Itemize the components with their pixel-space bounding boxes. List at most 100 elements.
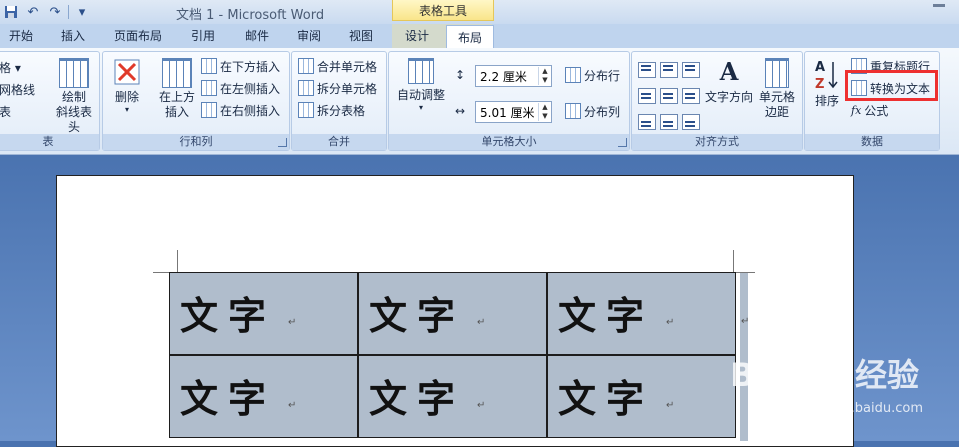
paragraph-mark: ↵ bbox=[477, 400, 486, 411]
quick-access-toolbar: ↶ ↷ ▾ bbox=[2, 2, 91, 22]
spinner-arrows-icon[interactable]: ▲ ▼ bbox=[538, 103, 551, 121]
align-middle-center-icon[interactable] bbox=[660, 88, 678, 104]
insert-above-icon bbox=[162, 58, 192, 88]
paragraph-mark: ↵ bbox=[288, 317, 297, 328]
chevron-down-icon: ▾ bbox=[418, 103, 423, 112]
row-height-icon: ↕ bbox=[455, 68, 466, 82]
column-width-input[interactable]: 5.01 厘米 ▲ ▼ bbox=[475, 101, 552, 123]
insert-above-label: 在上方 插入 bbox=[158, 90, 195, 119]
insert-above-button[interactable]: 在上方 插入 bbox=[155, 58, 199, 120]
svg-text:Z: Z bbox=[815, 77, 824, 90]
delete-table-icon bbox=[113, 58, 141, 86]
delete-button[interactable]: 删除 ▾ bbox=[109, 58, 145, 114]
table-cell[interactable]: 文字 ↵ bbox=[169, 355, 358, 438]
document-page: 文字 ↵ 文字 ↵ 文字 ↵ 文字 ↵ 文字 ↵ 文字 ↵ ↵ bbox=[56, 175, 854, 447]
group-cell-size: 自动调整 ▾ ↕ 2.2 厘米 ▲ ▼ ↔ 5.01 厘米 ▲ ▼ 分布行 分布列 … bbox=[388, 51, 630, 151]
insert-left-label: 在左侧插入 bbox=[220, 81, 281, 96]
distribute-cols-button[interactable]: 分布列 bbox=[565, 102, 620, 120]
tab-references[interactable]: 引用 bbox=[182, 24, 224, 48]
cell-text: 文字 bbox=[558, 293, 655, 338]
group-label-alignment: 对齐方式 bbox=[632, 134, 802, 150]
table-partial-label: 表 bbox=[0, 104, 12, 119]
insert-left-button[interactable]: 在左侧插入 bbox=[201, 79, 280, 97]
tab-view[interactable]: 视图 bbox=[340, 24, 382, 48]
split-table-icon bbox=[298, 102, 314, 118]
align-bottom-right-icon[interactable] bbox=[682, 114, 700, 130]
align-bottom-left-icon[interactable] bbox=[638, 114, 656, 130]
convert-to-text-highlight bbox=[845, 70, 938, 101]
insert-left-icon bbox=[201, 80, 217, 96]
customize-icon[interactable]: ▾ bbox=[73, 3, 91, 21]
view-gridlines-button[interactable]: 网格线 bbox=[0, 80, 35, 98]
minimize-icon[interactable] bbox=[933, 4, 945, 7]
sort-az-icon: AZ bbox=[813, 58, 841, 92]
paragraph-mark: ↵ bbox=[288, 400, 297, 411]
text-direction-label: 文字方向 bbox=[704, 90, 753, 104]
split-table-button[interactable]: 拆分表格 bbox=[298, 101, 365, 119]
merge-cells-label: 合并单元格 bbox=[317, 59, 378, 74]
tab-review[interactable]: 审阅 bbox=[288, 24, 330, 48]
delete-label: 删除 bbox=[114, 90, 139, 104]
align-top-center-icon[interactable] bbox=[660, 62, 678, 78]
properties-partial[interactable]: 格 ▾ bbox=[0, 58, 21, 76]
insert-right-icon bbox=[201, 102, 217, 118]
table-cell[interactable]: 文字 ↵ bbox=[169, 272, 358, 355]
split-cells-button[interactable]: 拆分单元格 bbox=[298, 79, 377, 97]
align-middle-left-icon[interactable] bbox=[638, 88, 656, 104]
group-data: AZ 排序 重复标题行 转换为文本 fx 公式 数据 bbox=[804, 51, 940, 151]
document-table[interactable]: 文字 ↵ 文字 ↵ 文字 ↵ 文字 ↵ 文字 ↵ 文字 ↵ bbox=[169, 272, 739, 441]
merge-cells-button[interactable]: 合并单元格 bbox=[298, 57, 377, 75]
undo-icon[interactable]: ↶ bbox=[24, 3, 42, 21]
insert-below-button[interactable]: 在下方插入 bbox=[201, 57, 280, 75]
group-rows-columns: 删除 ▾ 在上方 插入 在下方插入 在左侧插入 在右侧插入 行和列 bbox=[102, 51, 290, 151]
cell-text: 文字 bbox=[180, 293, 277, 338]
spinner-arrows-icon[interactable]: ▲ ▼ bbox=[538, 67, 551, 85]
table-cell[interactable]: 文字 ↵ bbox=[547, 355, 736, 438]
table-tools-context-label: 表格工具 bbox=[392, 0, 494, 21]
window-title: 文档 1 - Microsoft Word bbox=[176, 8, 325, 23]
autofit-button[interactable]: 自动调整 ▾ bbox=[393, 58, 449, 112]
tab-mailings[interactable]: 邮件 bbox=[236, 24, 278, 48]
align-top-right-icon[interactable] bbox=[682, 62, 700, 78]
table-cell[interactable]: 文字 ↵ bbox=[358, 355, 547, 438]
cell-margins-icon bbox=[765, 58, 789, 88]
dialog-launcher-icon[interactable] bbox=[618, 138, 627, 147]
split-cells-label: 拆分单元格 bbox=[317, 81, 378, 96]
qat-separator bbox=[68, 5, 69, 19]
table-cell[interactable]: 文字 ↵ bbox=[358, 272, 547, 355]
distribute-cols-label: 分布列 bbox=[584, 104, 621, 119]
diagonal-table-icon bbox=[59, 58, 89, 88]
sort-button[interactable]: AZ 排序 bbox=[809, 58, 845, 109]
distribute-rows-button[interactable]: 分布行 bbox=[565, 66, 620, 84]
cell-margins-label: 单元格 边距 bbox=[758, 90, 795, 119]
sort-label: 排序 bbox=[814, 94, 839, 108]
align-middle-right-icon[interactable] bbox=[682, 88, 700, 104]
insert-right-button[interactable]: 在右侧插入 bbox=[201, 101, 280, 119]
chevron-down-icon: ▾ bbox=[124, 105, 129, 114]
group-alignment: A 文字方向 单元格 边距 对齐方式 bbox=[631, 51, 803, 151]
distribute-cols-icon bbox=[565, 103, 581, 119]
redo-icon[interactable]: ↷ bbox=[46, 3, 64, 21]
tab-layout[interactable]: 布局 bbox=[446, 25, 494, 49]
tab-design[interactable]: 设计 bbox=[396, 24, 438, 48]
formula-button[interactable]: fx 公式 bbox=[851, 101, 888, 119]
draw-diagonal-header-button[interactable]: 绘制 斜线表头 bbox=[51, 58, 97, 135]
row-height-input[interactable]: 2.2 厘米 ▲ ▼ bbox=[475, 65, 552, 87]
cell-text: 文字 bbox=[369, 293, 466, 338]
save-icon[interactable] bbox=[2, 3, 20, 21]
tab-page-layout[interactable]: 页面布局 bbox=[108, 24, 168, 48]
align-top-left-icon[interactable] bbox=[638, 62, 656, 78]
crop-mark bbox=[733, 250, 734, 274]
tab-insert[interactable]: 插入 bbox=[52, 24, 94, 48]
tab-home[interactable]: 开始 bbox=[0, 24, 42, 48]
baidu-watermark-url: jingyan.baidu.com bbox=[803, 401, 923, 416]
split-cells-icon bbox=[298, 80, 314, 96]
insert-below-icon bbox=[201, 58, 217, 74]
text-direction-button[interactable]: A 文字方向 bbox=[704, 58, 754, 105]
table-cell[interactable]: 文字 ↵ bbox=[547, 272, 736, 355]
dialog-launcher-icon[interactable] bbox=[278, 138, 287, 147]
cell-text: 文字 bbox=[558, 376, 655, 421]
align-bottom-center-icon[interactable] bbox=[660, 114, 678, 130]
cell-margins-button[interactable]: 单元格 边距 bbox=[756, 58, 798, 120]
merge-cells-icon bbox=[298, 58, 314, 74]
